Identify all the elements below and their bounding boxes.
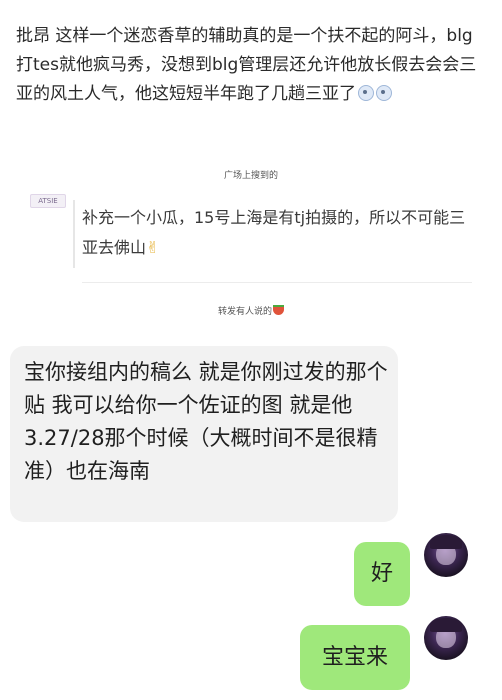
quoted-post-text: 补充一个小瓜，15号上海是有tj拍摄的，所以不可能三亚去佛山✌: [82, 203, 474, 263]
eye-roll-emoji-icon: [358, 85, 374, 101]
outgoing-message-text: 好: [370, 561, 393, 586]
outgoing-message-text: 宝宝来: [321, 645, 388, 670]
divider: [82, 282, 472, 283]
chat-bubble-outgoing: 好: [354, 542, 410, 606]
watermelon-icon: [273, 305, 284, 315]
caption-forwarded: 转发有人说的: [0, 304, 502, 317]
chat-bubble-outgoing: 宝宝来: [300, 625, 410, 690]
incoming-message-text: 宝你接组内的稿么 就是你刚过发的那个贴 我可以给你一个佐证的图 就是他3.27/…: [24, 360, 388, 483]
quoted-user-avatar: ATSIE: [30, 194, 66, 208]
caption-found-on-square: 广场上搜到的: [223, 171, 278, 181]
intro-text: 批昂 这样一个迷恋香草的辅助真的是一个扶不起的阿斗，blg打tes就他疯马秀，没…: [16, 26, 477, 104]
user-avatar[interactable]: [424, 616, 468, 660]
eye-roll-emoji-icon: [376, 85, 392, 101]
victory-hand-emoji-icon: ✌: [146, 238, 160, 257]
caption-forwarded-text: 转发有人说的: [217, 307, 272, 317]
quote-text: 补充一个小瓜，15号上海是有tj拍摄的，所以不可能三亚去佛山: [82, 208, 466, 257]
post-intro-text: 批昂 这样一个迷恋香草的辅助真的是一个扶不起的阿斗，blg打tes就他疯马秀，没…: [16, 22, 486, 109]
quote-bar: [73, 200, 75, 268]
user-avatar[interactable]: [424, 533, 468, 577]
chat-bubble-incoming: 宝你接组内的稿么 就是你刚过发的那个贴 我可以给你一个佐证的图 就是他3.27/…: [10, 346, 398, 522]
